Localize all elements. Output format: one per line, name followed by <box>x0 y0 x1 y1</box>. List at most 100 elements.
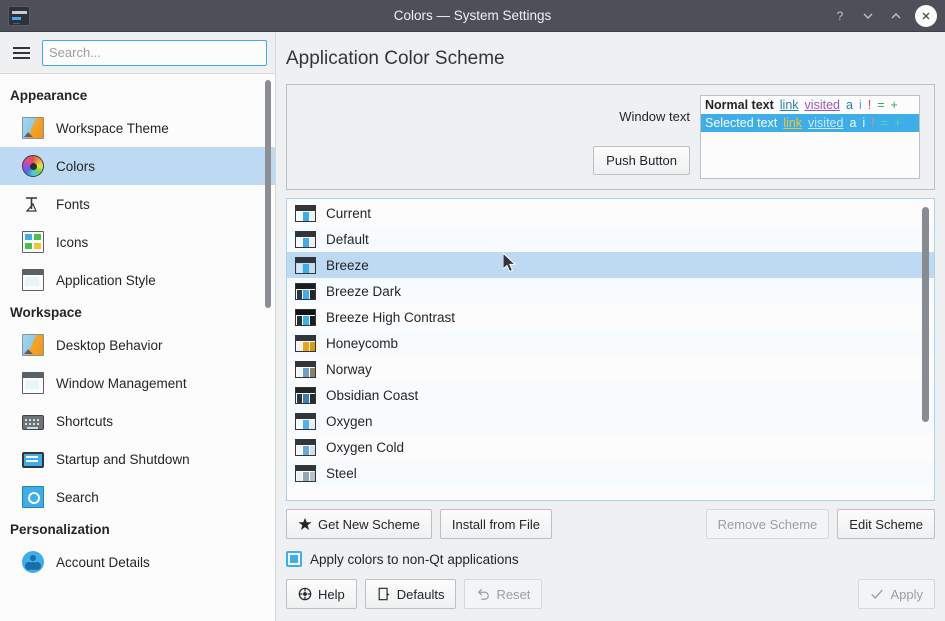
keyboard-icon <box>22 415 44 430</box>
scheme-list-item-label: Honeycomb <box>326 336 398 351</box>
sidebar-item-label: Startup and Shutdown <box>56 452 190 467</box>
scheme-list-item[interactable]: Oxygen Cold <box>287 434 934 460</box>
sidebar-header <box>0 32 275 74</box>
preview-neutral-char: = <box>881 116 888 130</box>
page-title: Application Color Scheme <box>276 32 945 84</box>
reset-label: Reset <box>496 587 530 602</box>
picture-icon <box>22 334 44 356</box>
preview-negative-char: ! <box>871 116 874 130</box>
install-from-file-button[interactable]: Install from File <box>440 509 552 539</box>
edit-scheme-button[interactable]: Edit Scheme <box>837 509 935 539</box>
help-button-footer[interactable]: Help <box>286 579 357 609</box>
scheme-list-item[interactable]: Honeycomb <box>287 330 934 356</box>
scheme-preview-icon <box>295 257 316 274</box>
window-text-label: Window text <box>619 109 690 124</box>
color-preview-panel: Window text Push Button Normal text link… <box>286 84 935 190</box>
preview-row-normal: Normal text link visited a i ! = + <box>701 96 919 114</box>
get-new-scheme-button[interactable]: Get New Scheme <box>286 509 432 539</box>
reset-button[interactable]: Reset <box>464 579 542 609</box>
apply-non-qt-row[interactable]: Apply colors to non-Qt applications <box>286 551 935 567</box>
color-scheme-list-body: Current Default Breeze Breeze Dark Breeze Hi… <box>287 199 934 486</box>
scheme-list-scrollbar[interactable] <box>922 207 929 422</box>
undo-arrow-icon <box>476 587 490 601</box>
hamburger-icon[interactable] <box>8 40 34 66</box>
sidebar-item-fonts[interactable]: Fonts <box>0 185 275 223</box>
scheme-preview-icon <box>295 231 316 248</box>
scheme-list-item-label: Norway <box>326 362 372 377</box>
scheme-list-item[interactable]: Obsidian Coast <box>287 382 934 408</box>
sidebar-item-label: Icons <box>56 235 88 250</box>
apply-button[interactable]: Apply <box>858 579 935 609</box>
picture-icon <box>22 117 44 139</box>
scheme-list-item[interactable]: Current <box>287 200 934 226</box>
scheme-list-item-label: Obsidian Coast <box>326 388 418 403</box>
sidebar-item-window-management[interactable]: Window Management <box>0 364 275 402</box>
scheme-list-item-label: Steel <box>326 466 357 481</box>
sidebar-item-shortcuts[interactable]: Shortcuts <box>0 402 275 440</box>
sidebar-item-workspace-theme[interactable]: Workspace Theme <box>0 109 275 147</box>
sidebar-item-icons[interactable]: Icons <box>0 223 275 261</box>
sidebar-scroll-area[interactable]: Appearance Workspace Theme Colors <box>0 74 275 621</box>
preview-text-list[interactable]: Normal text link visited a i ! = + Selec… <box>700 95 920 179</box>
sidebar-item-startup-and-shutdown[interactable]: Startup and Shutdown <box>0 440 275 478</box>
window-icon <box>22 269 44 291</box>
push-button[interactable]: Push Button <box>593 146 690 175</box>
star-icon <box>298 517 312 531</box>
scheme-list-item[interactable]: Breeze Dark <box>287 278 934 304</box>
scheme-list-item[interactable]: Oxygen <box>287 408 934 434</box>
scheme-list-item[interactable]: Default <box>287 226 934 252</box>
scheme-action-bar: Get New Scheme Install from File Remove … <box>286 509 935 539</box>
minimize-button[interactable] <box>855 3 881 29</box>
scheme-preview-icon <box>295 361 316 378</box>
window-body: Appearance Workspace Theme Colors <box>0 32 945 621</box>
icon-grid-icon <box>22 231 44 253</box>
preview-active-char: a <box>849 116 856 130</box>
help-icon <box>298 587 312 601</box>
close-button[interactable] <box>915 5 937 27</box>
scheme-list-item-label: Breeze Dark <box>326 284 401 299</box>
sidebar-item-account-details[interactable]: Account Details <box>0 543 275 581</box>
sidebar-item-search[interactable]: Search <box>0 478 275 516</box>
apply-non-qt-checkbox[interactable] <box>286 551 302 567</box>
scheme-list-item-label: Oxygen Cold <box>326 440 404 455</box>
preview-link: link <box>780 98 799 112</box>
defaults-label: Defaults <box>397 587 445 602</box>
main-inner: Window text Push Button Normal text link… <box>276 84 945 621</box>
color-scheme-list[interactable]: Current Default Breeze Breeze Dark Breeze Hi… <box>286 198 935 501</box>
preview-link: link <box>783 116 802 130</box>
preview-left: Window text Push Button <box>301 95 700 179</box>
scheme-preview-icon <box>295 283 316 300</box>
sidebar-item-colors[interactable]: Colors <box>0 147 275 185</box>
scheme-list-item[interactable]: Steel <box>287 460 934 486</box>
scheme-list-item[interactable]: Norway <box>287 356 934 382</box>
window-icon <box>22 372 44 394</box>
scheme-preview-icon <box>295 465 316 482</box>
system-settings-icon <box>8 6 30 26</box>
sidebar-item-label: Application Style <box>56 273 156 288</box>
color-wheel-icon <box>22 155 44 177</box>
scheme-list-item-label: Current <box>326 206 371 221</box>
titlebar[interactable]: Colors — System Settings ? <box>0 0 945 32</box>
sidebar-scrollbar[interactable] <box>265 80 271 308</box>
sidebar-item-label: Window Management <box>56 376 187 391</box>
apply-label: Apply <box>890 587 923 602</box>
edit-scheme-label: Edit Scheme <box>849 517 923 532</box>
sidebar-item-application-style[interactable]: Application Style <box>0 261 275 299</box>
sidebar-item-label: Account Details <box>56 555 150 570</box>
preview-row-selected: Selected text link visited a i ! = + <box>701 114 919 132</box>
scheme-preview-icon <box>295 335 316 352</box>
search-input[interactable] <box>42 40 267 66</box>
scheme-list-item[interactable]: Breeze <box>287 252 934 278</box>
preview-negative-char: ! <box>868 98 871 112</box>
maximize-button[interactable] <box>883 3 909 29</box>
scheme-list-item-label: Default <box>326 232 369 247</box>
scheme-preview-icon <box>295 439 316 456</box>
defaults-button[interactable]: Defaults <box>365 579 457 609</box>
scheme-list-item[interactable]: Breeze High Contrast <box>287 304 934 330</box>
help-button[interactable]: ? <box>827 3 853 29</box>
remove-scheme-label: Remove Scheme <box>718 517 818 532</box>
system-settings-window: Colors — System Settings ? <box>0 0 945 621</box>
sidebar-item-desktop-behavior[interactable]: Desktop Behavior <box>0 326 275 364</box>
remove-scheme-button[interactable]: Remove Scheme <box>706 509 830 539</box>
window-title: Colors — System Settings <box>0 8 945 23</box>
